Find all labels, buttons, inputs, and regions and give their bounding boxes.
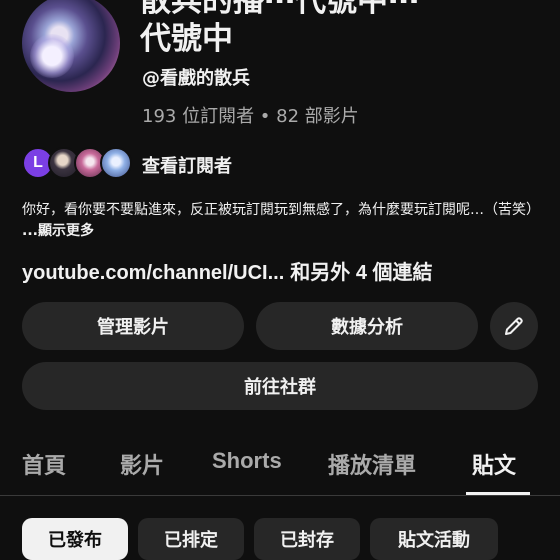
view-subscribers-link[interactable]: 查看訂閱者 <box>142 152 232 178</box>
channel-tabs: 首頁 影片 Shorts 播放清單 貼文 <box>0 440 560 496</box>
chip-post-activity[interactable]: 貼文活動 <box>370 518 498 560</box>
channel-title: 散兵的播⋯代號中⋯ 代號中 <box>140 0 419 58</box>
tab-shorts[interactable]: Shorts <box>212 448 282 474</box>
analytics-button[interactable]: 數據分析 <box>256 302 478 350</box>
channel-description[interactable]: 你好，看你要不要點進來，反正被玩訂閱玩到無感了，為什麼要玩訂閱呢…（苦笑） ..… <box>22 200 542 242</box>
chip-published[interactable]: 已發布 <box>22 518 128 560</box>
show-more-link[interactable]: ...顯示更多 <box>22 223 94 239</box>
tab-videos[interactable]: 影片 <box>120 448 164 480</box>
tab-posts[interactable]: 貼文 <box>472 448 516 480</box>
manage-videos-label: 管理影片 <box>97 317 169 338</box>
channel-links[interactable]: youtube.com/channel/UCI... 和另外 4 個連結 <box>22 256 433 285</box>
more-links-text[interactable]: 和另外 4 個連結 <box>290 262 432 284</box>
channel-title-line2: 代號中 <box>140 21 233 57</box>
chip-archived[interactable]: 已封存 <box>254 518 360 560</box>
channel-handle: @看戲的散兵 <box>142 68 250 89</box>
channel-stats: 193 位訂閱者 • 82 部影片 <box>142 106 359 127</box>
description-text: 你好，看你要不要點進來，反正被玩訂閱玩到無感了，為什麼要玩訂閱呢…（苦笑） <box>22 202 540 218</box>
subscriber-avatars[interactable]: L <box>22 147 132 179</box>
subscriber-avatar <box>100 147 132 179</box>
channel-link[interactable]: youtube.com/channel/UCI... <box>22 262 284 284</box>
analytics-label: 數據分析 <box>331 317 403 338</box>
chip-scheduled[interactable]: 已排定 <box>138 518 244 560</box>
active-tab-indicator <box>466 492 530 495</box>
post-filter-chips: 已發布 已排定 已封存 貼文活動 <box>0 518 560 560</box>
channel-avatar[interactable] <box>22 0 120 92</box>
pencil-icon <box>505 317 523 335</box>
edit-channel-button[interactable] <box>490 302 538 350</box>
tab-home[interactable]: 首頁 <box>22 448 66 480</box>
go-community-button[interactable]: 前往社群 <box>22 362 538 410</box>
manage-videos-button[interactable]: 管理影片 <box>22 302 244 350</box>
go-community-label: 前往社群 <box>244 377 316 398</box>
channel-title-line1: 散兵的播⋯代號中⋯ <box>140 0 419 19</box>
tab-playlists[interactable]: 播放清單 <box>328 448 416 480</box>
